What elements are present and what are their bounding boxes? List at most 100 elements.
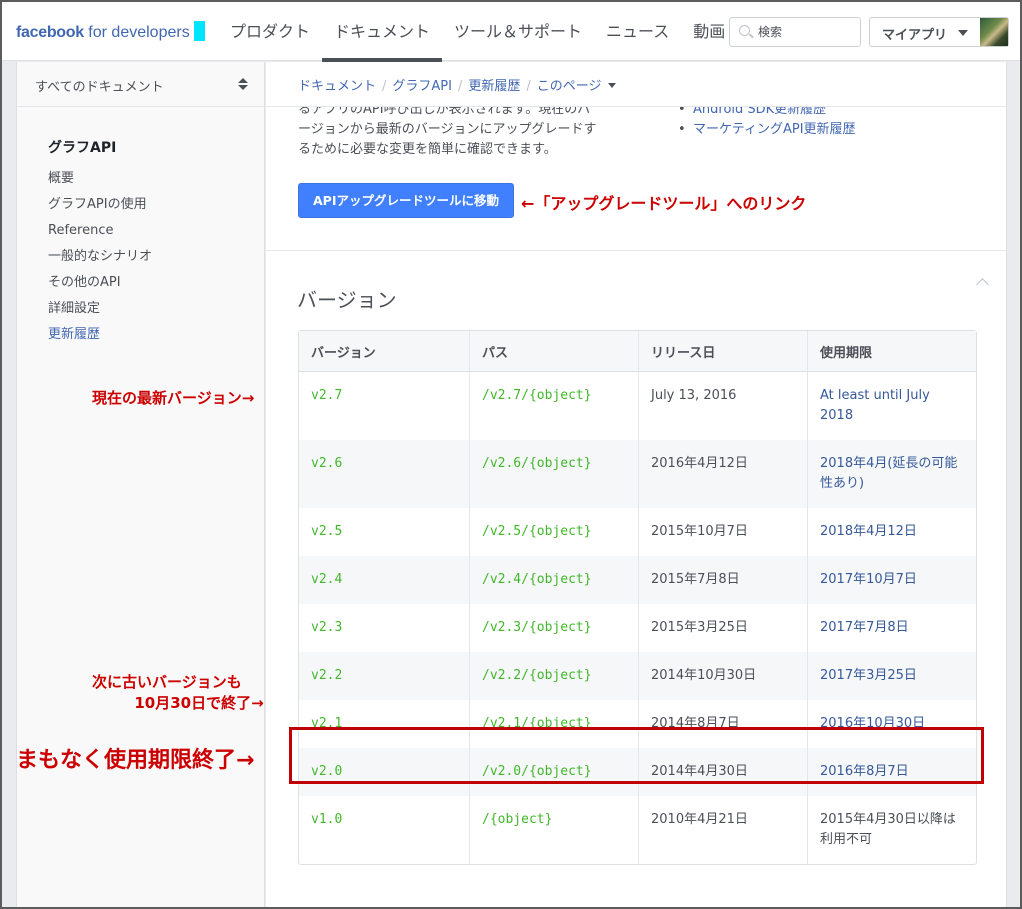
nav-products[interactable]: プロダクト [218, 2, 322, 61]
annotation-expiring-soon: まもなく使用期限終了→ [16, 748, 255, 773]
expiration-cell[interactable]: 2017年3月25日 [807, 652, 976, 700]
header-version: バージョン [299, 331, 469, 372]
path-cell: /v2.1/{object} [469, 700, 638, 748]
nav-tools-support[interactable]: ツール＆サポート [442, 2, 594, 61]
sidebar-item-changelog[interactable]: 更新履歴 [48, 325, 152, 351]
version-cell: v2.6 [299, 440, 469, 508]
avatar[interactable] [980, 18, 1008, 46]
release-date-cell: 2015年7月8日 [638, 556, 807, 604]
api-upgrade-tool-button[interactable]: APIアップグレードツールに移動 [298, 183, 514, 218]
scrollbar-track[interactable] [1006, 62, 1020, 907]
release-date-cell: 2014年8月7日 [638, 700, 807, 748]
breadcrumb-separator: / [457, 79, 463, 94]
nav-docs[interactable]: ドキュメント [322, 2, 443, 62]
sidebar: すべてのドキュメント グラフAPI 概要 グラフAPIの使用 Reference… [16, 62, 265, 907]
sort-updown-icon [238, 78, 248, 92]
sidebar-item-using-graph-api[interactable]: グラフAPIの使用 [48, 195, 152, 221]
header-release-date: リリース日 [638, 331, 807, 372]
expiration-cell: 2015年4月30日以降は利用不可 [807, 796, 976, 864]
path-cell: /v2.4/{object} [469, 556, 638, 604]
version-cell: v2.4 [299, 556, 469, 604]
search-box [729, 17, 861, 47]
annotation-line: 10月30日で終了→ [134, 694, 264, 712]
annotation-latest-version: 現在の最新バージョン→ [92, 389, 255, 407]
table-row: v2.4/v2.4/{object} 2015年7月8日 2017年10月7日 [299, 556, 976, 604]
table-row: v2.5/v2.5/{object} 2015年10月7日 2018年4月12日 [299, 508, 976, 556]
intro-line: ージョンから最新のバージョンにアップグレードす [298, 122, 597, 137]
top-navigation: facebook for developers プロダクト ドキュメント ツール… [2, 2, 1020, 62]
release-date-cell: 2016年4月12日 [638, 440, 807, 508]
expiration-cell[interactable]: 2016年8月7日 [807, 748, 976, 796]
table-row: v2.7/v2.7/{object} July 13, 2016 At least … [299, 372, 976, 440]
chevron-down-icon[interactable] [607, 83, 616, 88]
table-row: v2.1/v2.1/{object} 2014年8月7日 2016年10月30日 [299, 700, 976, 748]
expiration-cell[interactable]: 2016年10月30日 [807, 700, 976, 748]
path-cell: /v2.7/{object} [469, 372, 638, 440]
version-cell: v2.2 [299, 652, 469, 700]
main-nav: プロダクト ドキュメント ツール＆サポート ニュース 動画 [218, 2, 737, 62]
expiration-cell[interactable]: 2017年10月7日 [807, 556, 976, 604]
section-title-versions: バージョン [297, 288, 397, 312]
expiration-cell[interactable]: 2018年4月(延長の可能性あり) [807, 440, 976, 508]
breadcrumb-separator: / [382, 79, 387, 94]
expiration-cell[interactable]: 2017年7月8日 [807, 604, 976, 652]
section-divider [266, 250, 1006, 251]
table-row: v1.0 /{object} 2010年4月21日 2015年4月30日以降は利用不可 [299, 796, 976, 864]
breadcrumb-separator: / [526, 79, 531, 94]
version-cell: v2.5 [311, 524, 343, 539]
expiration-cell[interactable]: 2018年4月12日 [807, 508, 976, 556]
table-header-row: バージョン パス リリース日 使用期限 [299, 331, 976, 372]
path-cell: /v2.2/{object} [469, 652, 638, 700]
breadcrumb-bar: ドキュメント / グラフAPI / 更新履歴 / このページ [266, 62, 1006, 107]
link-marketing-api-changelog[interactable]: マーケティングAPI更新履歴 [676, 120, 856, 140]
search-input[interactable] [758, 22, 856, 42]
release-date-cell: 2015年3月25日 [638, 604, 807, 652]
text-cursor-highlight [193, 21, 205, 41]
chevron-up-icon[interactable] [976, 276, 988, 288]
breadcrumb-graph-api[interactable]: グラフAPI [392, 79, 452, 94]
breadcrumb-docs[interactable]: ドキュメント [298, 79, 376, 94]
sidebar-section-title: グラフAPI [48, 140, 117, 156]
breadcrumb-this-page[interactable]: このページ [537, 79, 602, 94]
release-date-cell: 2014年4月30日 [638, 748, 807, 796]
logo[interactable]: facebook for developers [16, 21, 205, 42]
header-expiration: 使用期限 [807, 331, 976, 372]
release-date-cell: 2014年10月30日 [638, 652, 807, 700]
breadcrumb-changelog[interactable]: 更新履歴 [468, 79, 520, 94]
path-cell: /v2.6/{object} [469, 440, 638, 508]
release-date-cell: 2015年10月7日 [638, 508, 807, 556]
path-cell: /v2.3/{object} [469, 604, 638, 652]
table-row: v2.2/v2.2/{object} 2014年10月30日 2017年3月25日 [299, 652, 976, 700]
sidebar-item-overview[interactable]: 概要 [48, 169, 152, 195]
my-apps-dropdown[interactable]: マイアプリ [869, 17, 1009, 47]
annotation-next-oldest: 次に古いバージョンも 10月30日で終了→ [92, 672, 264, 714]
search-icon [739, 25, 750, 36]
expiration-cell[interactable]: At least until July 2018 [807, 372, 976, 440]
nav-news[interactable]: ニュース [594, 2, 681, 61]
intro-text: るアプリのAPI呼び出しが表示されます。現在のバ ージョンから最新のバージョンに… [298, 100, 638, 160]
docs-select-label: すべてのドキュメント [35, 80, 164, 95]
version-cell: v1.0 [311, 812, 343, 827]
table-row: v2.6/v2.6/{object} 2016年4月12日 2018年4月(延長の可… [299, 440, 976, 508]
versions-table: バージョン パス リリース日 使用期限 v2.7/v2.7/{object} Ju… [298, 330, 977, 865]
release-date-cell: 2010年4月21日 [638, 796, 807, 864]
table-row: v2.0/v2.0/{object} 2014年4月30日 2016年8月7日 [299, 748, 976, 796]
sidebar-item-reference[interactable]: Reference [48, 221, 152, 247]
sidebar-item-other-apis[interactable]: その他のAPI [48, 273, 152, 299]
docs-select[interactable]: すべてのドキュメント [17, 62, 264, 107]
version-cell: v2.0 [299, 748, 469, 796]
annotation-line: 次に古いバージョンも [92, 673, 242, 691]
version-cell: v2.7 [311, 388, 343, 403]
browser-frame: facebook for developers プロダクト ドキュメント ツール… [0, 0, 1022, 909]
sidebar-item-common-scenarios[interactable]: 一般的なシナリオ [48, 247, 152, 273]
release-date-cell: July 13, 2016 [638, 372, 807, 440]
path-cell: /v2.5/{object} [469, 508, 638, 556]
breadcrumb: ドキュメント / グラフAPI / 更新履歴 / このページ [298, 75, 616, 94]
annotation-upgrade-link: ←「アップグレードツール」へのリンク [521, 194, 807, 213]
intro-line: るために必要な変更を簡単に確認できます。 [298, 142, 557, 157]
logo-suffix: for developers [88, 24, 190, 41]
header-path: パス [469, 331, 638, 372]
sidebar-item-advanced[interactable]: 詳細設定 [48, 299, 152, 325]
chevron-down-icon [958, 30, 968, 36]
logo-brand: facebook [16, 24, 84, 41]
